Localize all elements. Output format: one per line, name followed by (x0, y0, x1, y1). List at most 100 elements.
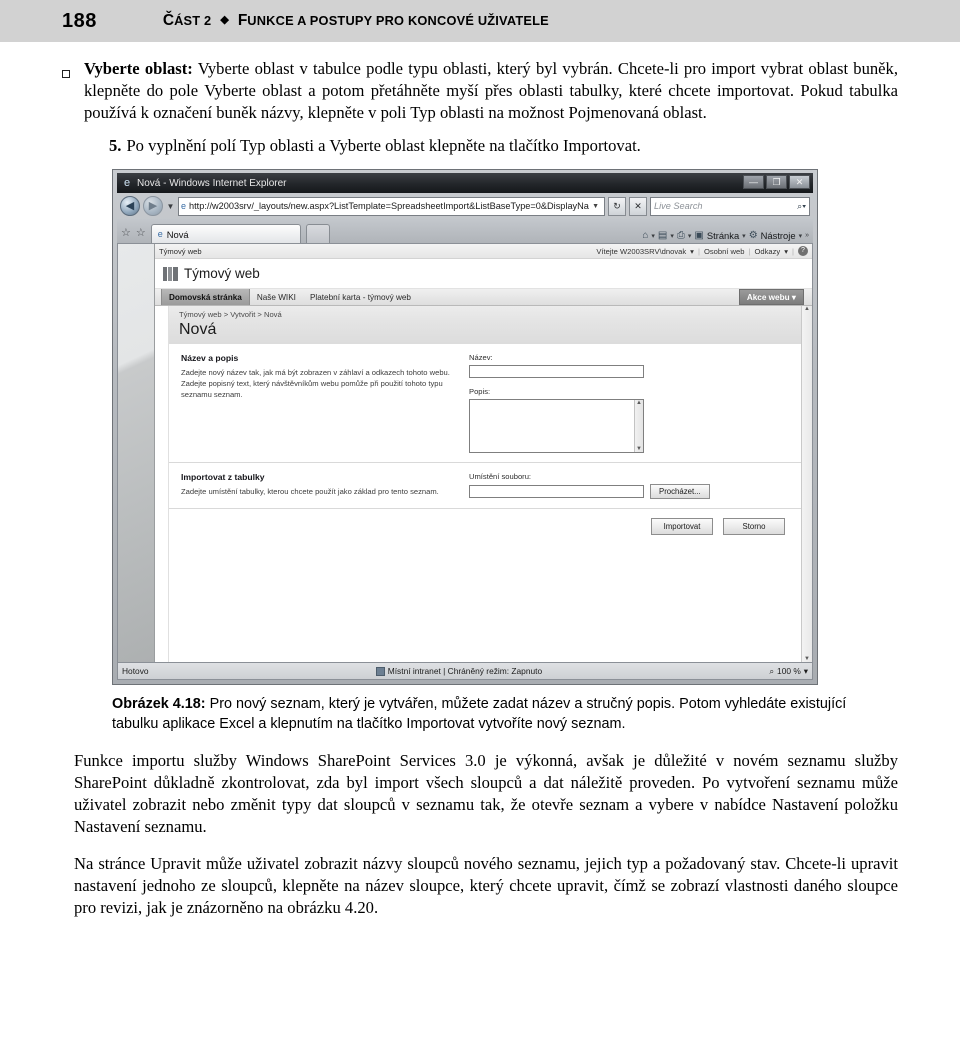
zoom-icon: ⌕ (769, 665, 775, 676)
page-menu-icon[interactable]: ▣ (694, 230, 703, 241)
my-links-caret-icon[interactable]: ▾ (784, 247, 788, 256)
section-description-block: Název a popis Zadejte nový název tak, ja… (169, 353, 469, 453)
refresh-button[interactable]: ↻ (608, 196, 626, 216)
cancel-button[interactable]: Storno (723, 518, 785, 536)
page-title: Nová (169, 321, 801, 345)
favorites-star-icon[interactable]: ☆ (121, 226, 131, 243)
numbered-step: 5. Po vyplnění polí Typ oblasti a Vybert… (62, 135, 898, 157)
description-textarea[interactable]: ▲ ▼ (469, 399, 644, 454)
figure-caption: Obrázek 4.18: Pro nový seznam, který je … (112, 695, 862, 734)
window-title-bar: e Nová - Windows Internet Explorer — ❐ ✕ (117, 173, 813, 194)
browser-tab-nova[interactable]: e Nová (150, 224, 301, 244)
stop-button[interactable]: ✕ (629, 196, 647, 216)
running-head-title: ČÁST 2 ◆ FUNKCE A POSTUPY PRO KONCOVÉ UŽ… (163, 12, 549, 30)
my-site-link[interactable]: Osobní web (704, 247, 745, 256)
home-caret-icon[interactable]: ▾ (651, 232, 655, 240)
tab-favicon-icon: e (157, 229, 163, 240)
window-title: Nová - Windows Internet Explorer (137, 177, 287, 189)
search-input[interactable]: Live Search ⌕▾ (650, 196, 810, 216)
running-head: 188 ČÁST 2 ◆ FUNKCE A POSTUPY PRO KONCOV… (0, 0, 960, 42)
caption-text: Pro nový seznam, který je vytvářen, může… (112, 696, 847, 732)
maximize-button[interactable]: ❐ (766, 175, 787, 190)
name-input[interactable] (469, 365, 644, 379)
nav-tab-home[interactable]: Domovská stránka (161, 289, 250, 306)
file-location-row: Procházet... (469, 484, 785, 500)
section-description: Zadejte umístění tabulky, kterou chcete … (181, 487, 439, 497)
global-links: Vítejte W2003SRV\dnovak ▾ | Osobní web |… (596, 246, 808, 257)
forward-button[interactable]: ▶ (143, 196, 163, 217)
section-fields-block: Název: Popis: ▲ ▼ (469, 353, 801, 454)
security-zone-indicator[interactable]: Místní intranet | Chráněný režim: Zapnut… (375, 666, 543, 677)
command-overflow-icon[interactable]: » (805, 232, 809, 239)
sharepoint-global-bar: Týmový web Vítejte W2003SRV\dnovak ▾ | O… (155, 244, 812, 260)
back-button[interactable]: ◀ (120, 196, 140, 217)
welcome-caret-icon[interactable]: ▾ (690, 247, 694, 256)
caption-label: Obrázek 4.18: (112, 696, 206, 713)
print-icon[interactable]: ⎙ (677, 230, 685, 241)
form-section-name-description: Název a popis Zadejte nový název tak, ja… (169, 344, 801, 464)
page-favicon-icon: e (181, 201, 187, 212)
search-placeholder-text: Live Search (654, 201, 703, 212)
new-tab-button[interactable] (305, 224, 330, 244)
page-menu-caret-icon[interactable]: ▾ (742, 232, 746, 240)
tools-menu-caret-icon[interactable]: ▾ (799, 232, 803, 240)
scroll-down-icon[interactable]: ▼ (636, 446, 642, 452)
site-actions-caret-icon: ▾ (791, 293, 796, 303)
address-dropdown-icon[interactable]: ▼ (589, 203, 602, 210)
file-location-input[interactable] (469, 485, 644, 499)
zoom-control[interactable]: ⌕ 100 % ▾ (769, 666, 808, 677)
add-favorite-icon[interactable]: ☆ (136, 226, 146, 243)
page-number: 188 (62, 9, 97, 32)
form-section-import-spreadsheet: Importovat z tabulky Zadejte umístění ta… (169, 463, 801, 510)
zoom-level-text: 100 % (777, 666, 801, 677)
tab-label: Nová (166, 228, 189, 240)
bullet-item: Vyberte oblast: Vyberte oblast v tabulce… (62, 58, 898, 124)
zone-text: Místní intranet | Chráněný režim: Zapnut… (387, 666, 543, 677)
form-button-row: Importovat Storno (169, 509, 801, 544)
zone-icon (375, 666, 385, 676)
nav-tab-wiki[interactable]: Naše WIKI (250, 289, 303, 305)
page-body: Vyberte oblast: Vyberte oblast v tabulce… (0, 58, 960, 919)
search-icon: ⌕▾ (797, 200, 806, 211)
paragraph-2: Na stránce Upravit může uživatel zobrazi… (74, 853, 898, 918)
bullet-body: Vyberte oblast v tabulce podle typu obla… (84, 59, 898, 123)
import-button[interactable]: Importovat (651, 518, 713, 536)
browse-button[interactable]: Procházet... (650, 484, 710, 500)
scroll-up-icon[interactable]: ▲ (804, 306, 810, 312)
address-input[interactable]: e http://w2003srv/_layouts/new.aspx?List… (178, 196, 605, 216)
figure-4-18: e Nová - Windows Internet Explorer — ❐ ✕… (112, 169, 818, 686)
welcome-user-menu[interactable]: Vítejte W2003SRV\dnovak (596, 247, 686, 256)
left-glass-panel (118, 244, 155, 663)
help-icon[interactable]: ? (798, 246, 808, 257)
print-caret-icon[interactable]: ▾ (688, 232, 692, 240)
site-actions-button[interactable]: Akce webu ▾ (738, 289, 804, 306)
sharepoint-main-content: Týmový web > Vytvořit > Nová Nová Název … (169, 306, 801, 663)
my-links-menu[interactable]: Odkazy (754, 247, 780, 256)
file-location-label: Umístění souboru: (469, 472, 532, 482)
nav-tab-payment-card[interactable]: Platební karta - týmový web (303, 289, 418, 305)
scroll-up-icon[interactable]: ▲ (636, 400, 642, 406)
page-menu-label[interactable]: Stránka (707, 230, 739, 241)
name-field-label: Název: (469, 353, 493, 363)
close-button[interactable]: ✕ (789, 175, 810, 190)
tools-menu-label[interactable]: Nástroje (761, 230, 796, 241)
divider: | (748, 246, 751, 256)
browser-viewport: Týmový web Vítejte W2003SRV\dnovak ▾ | O… (117, 243, 813, 664)
page-vertical-scrollbar[interactable]: ▲ ▼ (801, 306, 812, 663)
bullet-term: Vyberte oblast: (84, 59, 193, 78)
command-bar: ⌂ ▾ ▤ ▾ ⎙ ▾ ▣ Stránka ▾ ⚙ Nástroje ▾ » (642, 230, 809, 243)
sharepoint-title-row: Týmový web (155, 259, 812, 290)
minimize-button[interactable]: — (743, 175, 764, 190)
feeds-icon[interactable]: ▤ (658, 230, 667, 241)
textarea-scrollbar[interactable]: ▲ ▼ (634, 400, 643, 453)
feeds-caret-icon[interactable]: ▾ (670, 232, 674, 240)
breadcrumb: Týmový web > Vytvořit > Nová (169, 306, 801, 322)
home-icon[interactable]: ⌂ (642, 230, 648, 241)
scroll-down-icon[interactable]: ▼ (804, 656, 810, 662)
zoom-caret-icon[interactable]: ▾ (804, 666, 808, 676)
history-dropdown-icon[interactable]: ▼ (166, 202, 175, 211)
description-field-label: Popis: (469, 387, 491, 397)
tools-icon[interactable]: ⚙ (749, 230, 758, 241)
square-bullet-icon (62, 58, 84, 124)
divider: | (697, 246, 700, 256)
